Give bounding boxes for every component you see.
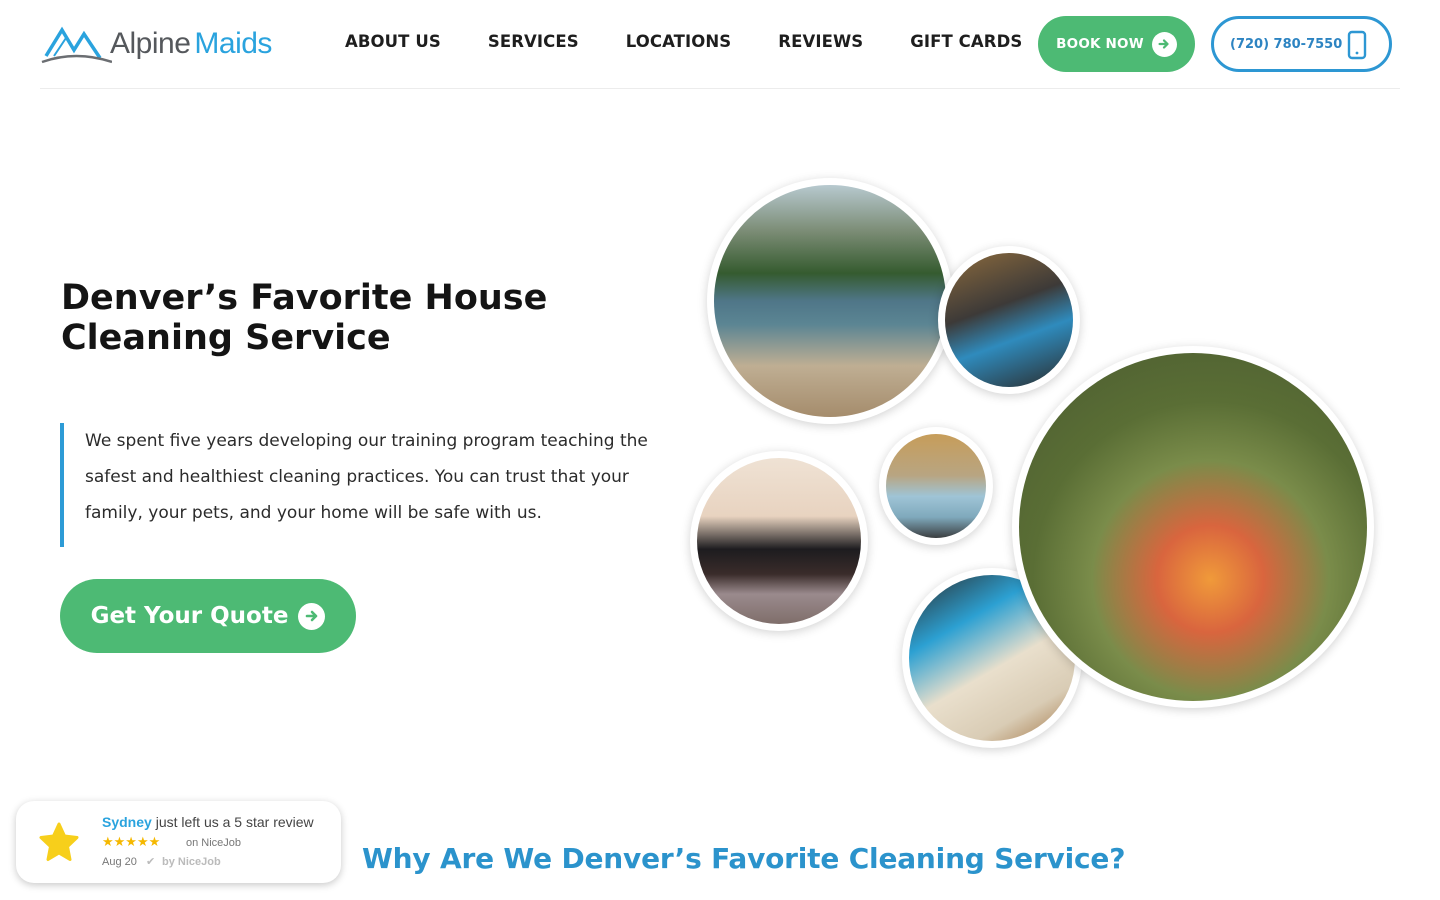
nav-about-us[interactable]: ABOUT US [345,32,441,51]
photo-family-walking-outdoors [1012,346,1374,708]
nav-reviews[interactable]: REVIEWS [778,32,863,51]
hero-title: Denver’s Favorite House Cleaning Service [61,278,548,358]
site-header: Alpine Maids ABOUT US SERVICES LOCATIONS … [40,0,1400,89]
photo-hikers-at-mountain-lake [707,178,953,424]
review-date: Aug 20 [102,856,137,868]
arrow-right-circle-icon [298,602,326,630]
nav-services[interactable]: SERVICES [488,32,579,51]
section-title: Why Are We Denver’s Favorite Cleaning Se… [362,842,1126,875]
hero-description-block: We spent five years developing our train… [60,423,660,547]
mobile-phone-icon [1347,30,1367,60]
checkmark-icon: ✔ [146,855,156,868]
phone-number: (720) 780-7550 [1230,36,1343,52]
get-quote-button[interactable]: Get Your Quote [60,579,356,653]
mountain-logo-icon [41,26,112,64]
main-nav: ABOUT US SERVICES LOCATIONS REVIEWS GIFT… [345,32,1069,51]
book-now-button[interactable]: BOOK NOW [1038,16,1195,72]
nav-gift-cards[interactable]: GIFT CARDS [910,32,1022,51]
rating-stars-glyphs: ★★★★★ [102,835,161,850]
star-icon [39,822,79,861]
review-verified-by: by NiceJob [162,856,221,868]
logo-word-maids: Maids [194,27,272,60]
photo-woman-on-phone-with-laptop [690,451,868,631]
photo-cleaner-wiping-microwave [938,246,1080,394]
phone-button[interactable]: (720) 780-7550 [1211,16,1392,72]
hero-description: We spent five years developing our train… [85,431,648,523]
reviewer-name: Sydney [102,814,152,830]
review-message: Sydney just left us a 5 star review [102,814,314,830]
arrow-right-circle-icon [1151,31,1177,57]
get-quote-label: Get Your Quote [90,603,289,629]
photo-cleaners-with-company-car [879,427,993,545]
book-now-label: BOOK NOW [1056,36,1144,52]
nav-locations[interactable]: LOCATIONS [626,32,732,51]
logo-word-alpine: Alpine [110,27,191,60]
review-notification[interactable]: Sydney just left us a 5 star review ★★★★… [16,801,341,883]
review-source: on NiceJob [186,837,242,849]
rating-stars: ★★★★★ [102,836,161,850]
logo[interactable]: Alpine Maids [40,22,295,66]
review-text: just left us a 5 star review [151,814,314,830]
